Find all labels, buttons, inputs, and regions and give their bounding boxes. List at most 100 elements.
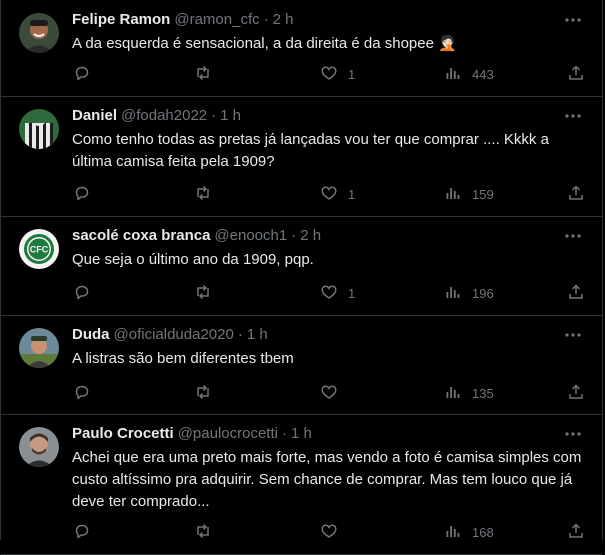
tweet-text: A listras são bem diferentes tbem xyxy=(72,350,294,367)
like-count: 1 xyxy=(348,285,356,301)
more-icon[interactable] xyxy=(564,326,582,344)
avatar[interactable]: CFC xyxy=(19,229,59,269)
like-button[interactable]: 1 xyxy=(320,283,355,303)
view-count: 135 xyxy=(472,385,494,401)
views-icon xyxy=(444,283,462,304)
separator-dot: · xyxy=(211,107,217,124)
reply-button[interactable] xyxy=(73,184,91,204)
tweet-3[interactable]: CFC sacolé coxa branca @enooch1 · 2 h Que s… xyxy=(1,216,602,316)
avatar[interactable] xyxy=(19,13,59,53)
more-icon[interactable] xyxy=(564,11,582,29)
user-handle[interactable]: @paulocrocetti xyxy=(178,425,278,442)
like-icon xyxy=(320,522,338,543)
tweet-2[interactable]: Daniel @fodah2022 · 1 h Como tenho todas as… xyxy=(1,96,602,217)
more-icon[interactable] xyxy=(564,107,582,125)
views-button[interactable]: 196 xyxy=(444,283,494,303)
share-button[interactable] xyxy=(567,383,585,403)
reply-icon xyxy=(73,283,91,304)
user-handle[interactable]: @enooch1 xyxy=(214,227,287,244)
retweet-button[interactable] xyxy=(194,64,212,84)
retweet-icon xyxy=(194,64,212,85)
avatar[interactable] xyxy=(19,427,59,467)
avatar[interactable] xyxy=(19,109,59,149)
tweet-4[interactable]: Duda @oficialduda2020 · 1 h A listras são b… xyxy=(1,315,602,415)
tweet-header: Felipe Ramon @ramon_cfc · 2 h xyxy=(72,10,293,30)
timestamp[interactable]: 2 h xyxy=(300,227,321,244)
display-name[interactable]: sacolé coxa branca xyxy=(72,227,210,244)
tweet-header: sacolé coxa branca @enooch1 · 2 h xyxy=(72,226,321,246)
retweet-icon xyxy=(194,184,212,205)
like-button[interactable]: 1 xyxy=(320,184,355,204)
display-name[interactable]: Duda xyxy=(72,326,110,343)
retweet-icon xyxy=(194,383,212,404)
user-handle[interactable]: @fodah2022 xyxy=(121,107,207,124)
reply-button[interactable] xyxy=(73,64,91,84)
reply-feed: Felipe Ramon @ramon_cfc · 2 h A da esquerda… xyxy=(0,0,603,555)
views-button[interactable]: 443 xyxy=(444,64,494,84)
tweet-text: Como tenho todas as pretas já lançadas v… xyxy=(72,131,549,170)
timestamp[interactable]: 2 h xyxy=(273,11,294,28)
like-icon xyxy=(320,184,338,205)
user-handle[interactable]: @ramon_cfc xyxy=(174,11,259,28)
tweet-header: Daniel @fodah2022 · 1 h xyxy=(72,106,241,126)
share-button[interactable] xyxy=(567,283,585,303)
user-handle[interactable]: @oficialduda2020 xyxy=(114,326,234,343)
more-icon[interactable] xyxy=(564,425,582,443)
views-button[interactable]: 159 xyxy=(444,184,494,204)
share-icon xyxy=(567,184,585,205)
action-bar: 1 196 xyxy=(63,283,588,303)
timestamp[interactable]: 1 h xyxy=(247,326,268,343)
tweet-header: Duda @oficialduda2020 · 1 h xyxy=(72,325,268,345)
reply-icon xyxy=(73,64,91,85)
like-count: 1 xyxy=(348,66,356,82)
retweet-button[interactable] xyxy=(194,383,212,403)
reply-icon xyxy=(73,522,91,543)
more-icon[interactable] xyxy=(564,227,582,245)
retweet-icon xyxy=(194,522,212,543)
reply-icon xyxy=(73,383,91,404)
like-icon xyxy=(320,64,338,85)
views-icon xyxy=(444,522,462,543)
action-bar: 1 159 xyxy=(63,184,588,204)
display-name[interactable]: Paulo Crocetti xyxy=(72,425,174,442)
like-button[interactable] xyxy=(320,522,348,542)
timestamp[interactable]: 1 h xyxy=(291,425,312,442)
retweet-icon xyxy=(194,283,212,304)
like-icon xyxy=(320,283,338,304)
share-button[interactable] xyxy=(567,522,585,542)
action-bar: 135 xyxy=(63,383,588,403)
reply-button[interactable] xyxy=(73,522,91,542)
share-icon xyxy=(567,64,585,85)
display-name[interactable]: Felipe Ramon xyxy=(72,11,170,28)
view-count: 443 xyxy=(472,66,494,82)
retweet-button[interactable] xyxy=(194,184,212,204)
tweet-1[interactable]: Felipe Ramon @ramon_cfc · 2 h A da esquerda… xyxy=(1,0,602,97)
svg-text:CFC: CFC xyxy=(30,245,49,255)
separator-dot: · xyxy=(291,227,297,244)
reply-icon xyxy=(73,184,91,205)
view-count: 196 xyxy=(472,285,494,301)
action-bar: 1 443 xyxy=(63,64,588,84)
retweet-button[interactable] xyxy=(194,522,212,542)
display-name[interactable]: Daniel xyxy=(72,107,117,124)
share-button[interactable] xyxy=(567,64,585,84)
action-bar: 168 xyxy=(63,522,588,542)
tweet-5[interactable]: Paulo Crocetti @paulocrocetti · 1 h Achei q… xyxy=(1,414,602,555)
timestamp[interactable]: 1 h xyxy=(220,107,241,124)
view-count: 168 xyxy=(472,524,494,540)
like-button[interactable]: 1 xyxy=(320,64,355,84)
share-icon xyxy=(567,522,585,543)
tweet-text: Que seja o último ano da 1909, pqp. xyxy=(72,251,314,268)
reply-button[interactable] xyxy=(73,283,91,303)
views-icon xyxy=(444,383,462,404)
retweet-button[interactable] xyxy=(194,283,212,303)
separator-dot: · xyxy=(281,425,287,442)
views-button[interactable]: 135 xyxy=(444,383,494,403)
separator-dot: · xyxy=(263,11,269,28)
avatar[interactable] xyxy=(19,328,59,368)
views-button[interactable]: 168 xyxy=(444,522,494,542)
share-button[interactable] xyxy=(567,184,585,204)
like-button[interactable] xyxy=(320,383,348,403)
reply-button[interactable] xyxy=(73,383,91,403)
like-count: 1 xyxy=(348,186,356,202)
